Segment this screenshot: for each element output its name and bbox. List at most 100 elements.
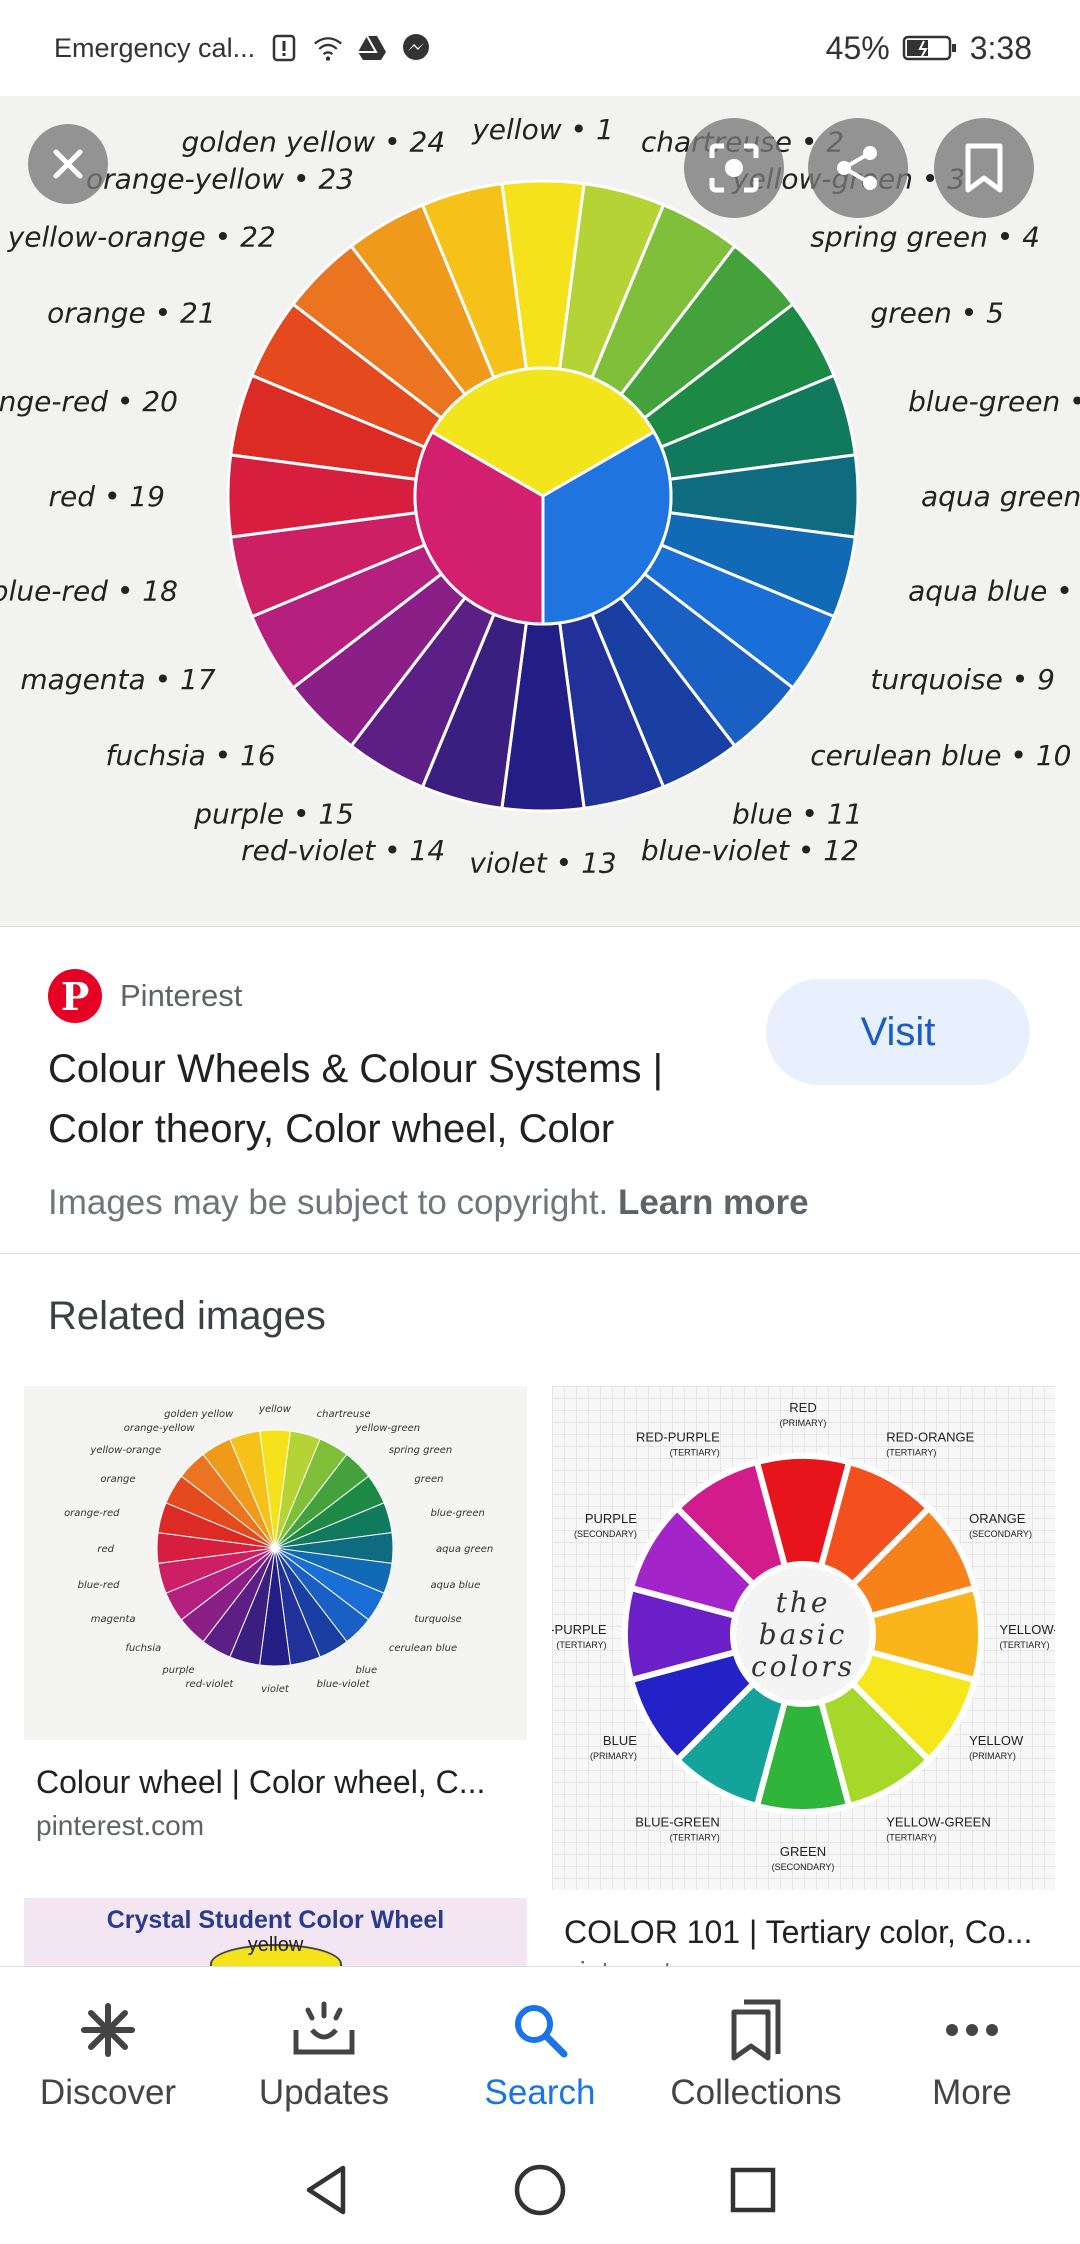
preview-image[interactable]: yellow • 1chartreuse • 2yellow-green • 3… <box>0 96 1080 926</box>
thumb-wheel-label: blue-red <box>78 1580 120 1591</box>
wheel-label: orange-yellow • 23 <box>86 162 354 195</box>
basic-colors-wheel-thumbnail: RED (PRIMARY) RED-ORANGE (TERTIARY) ORANGE (S… <box>552 1400 1055 1872</box>
wheel-label: aqua green • 7 <box>921 480 1080 513</box>
basic-wheel-label: ORANGE <box>969 1511 1026 1526</box>
recents-icon[interactable] <box>725 2162 781 2218</box>
basic-wheel-label: RED <box>789 1400 816 1415</box>
thumb-wheel-label: purple <box>161 1665 194 1676</box>
basic-wheel-label: RED-ORANGE <box>886 1430 974 1445</box>
carrier-text: Emergency cal... <box>54 32 256 63</box>
source-card: P Pinterest Colour Wheels & Colour Syste… <box>0 926 1080 1254</box>
wheel-label: purple • 15 <box>193 797 354 830</box>
thumb-wheel-label: yellow-orange <box>89 1445 161 1456</box>
share-button[interactable] <box>808 118 908 218</box>
related-item[interactable]: RED (PRIMARY) RED-ORANGE (TERTIARY) ORANGE (S… <box>552 1386 1055 1966</box>
basic-wheel-sublabel: (SECONDARY) <box>574 1529 637 1539</box>
related-heading: Related images <box>48 1294 326 1338</box>
basic-wheel-label: BLUE-GREEN <box>635 1814 720 1829</box>
clock: 3:38 <box>969 29 1032 66</box>
color-wheel-thumbnail: yellow chartreuse yellow-green spring green… <box>64 1404 493 1695</box>
thumb-wheel-label: golden yellow <box>164 1409 234 1420</box>
system-navigation <box>0 2136 1080 2244</box>
wifi-icon <box>313 33 343 63</box>
thumb-wheel-label: magenta <box>91 1614 136 1625</box>
source-site-name: Pinterest <box>120 978 243 1013</box>
basic-wheel-sublabel: (SECONDARY) <box>772 1862 835 1872</box>
thumb-wheel-label: red-violet <box>185 1679 234 1690</box>
messenger-icon <box>401 33 431 63</box>
battery-icon <box>902 33 958 63</box>
basic-wheel-label: PURPLE <box>585 1511 637 1526</box>
basic-wheel-sublabel: (PRIMARY) <box>969 1751 1016 1761</box>
wheel-label: violet • 13 <box>469 846 616 879</box>
wheel-label: blue-violet • 12 <box>641 834 859 867</box>
status-right: 45% 3:38 <box>826 30 1032 67</box>
basic-wheel-sublabel: (TERTIARY) <box>886 1448 936 1458</box>
basic-wheel-label: YELLOW <box>969 1733 1024 1748</box>
basic-wheel-sublabel: (SECONDARY) <box>969 1529 1032 1539</box>
thumb-wheel-label: blue-violet <box>317 1679 371 1690</box>
wheel-label: magenta • 17 <box>20 663 215 696</box>
basic-wheel-label: BLUE <box>603 1733 637 1748</box>
lens-button[interactable] <box>684 118 784 218</box>
related-item[interactable]: Crystal Student Color Wheel yellow <box>24 1898 527 1966</box>
thumb-wheel-label: orange-yellow <box>124 1423 196 1434</box>
lens-icon <box>709 143 759 193</box>
close-button[interactable] <box>28 124 108 204</box>
thumb-wheel-label: fuchsia <box>125 1643 161 1654</box>
nav-more[interactable]: More <box>864 1967 1080 2136</box>
drive-icon <box>357 33 387 63</box>
nav-label: Discover <box>39 2073 177 2112</box>
wheel-label: orange-red • 20 <box>0 385 178 418</box>
copyright-notice: Images may be subject to copyright. Lear… <box>48 1183 809 1223</box>
wheel-label: aqua blue • 8 <box>908 575 1080 608</box>
thumb-wheel-label: blue-green <box>431 1508 485 1519</box>
nav-search[interactable]: Search <box>432 1967 648 2136</box>
basic-wheel-center-text: colors <box>751 1650 855 1683</box>
basic-wheel-sublabel: (TERTIARY) <box>999 1640 1049 1650</box>
nav-discover[interactable]: Discover <box>0 1967 216 2136</box>
source-title[interactable]: Colour Wheels & Colour Systems | Color t… <box>48 1039 738 1159</box>
share-icon <box>837 146 877 190</box>
basic-wheel-label: BLUE-PURPLE <box>552 1622 607 1637</box>
bottom-navigation: Discover Updates Search Collections More <box>0 1966 1080 2136</box>
thumb-wheel-label: orange <box>100 1474 135 1485</box>
nav-label: Collections <box>670 2073 842 2112</box>
search-icon <box>505 1995 575 2065</box>
basic-wheel-sublabel: (TERTIARY) <box>556 1640 606 1650</box>
thumb-wheel-label: orange-red <box>64 1508 120 1519</box>
nav-label: Search <box>484 2073 596 2112</box>
related-thumbnail-caption: Crystal Student Color Wheel <box>106 1906 445 1934</box>
visit-button[interactable]: Visit <box>766 979 1030 1085</box>
collections-icon <box>721 1995 791 2065</box>
wheel-label: yellow-orange • 22 <box>7 221 276 254</box>
pinterest-logo-icon: P <box>48 969 102 1023</box>
asterisk-icon <box>73 1995 143 2065</box>
bookmark-button[interactable] <box>934 118 1034 218</box>
nav-collections[interactable]: Collections <box>648 1967 864 2136</box>
wheel-label: red • 19 <box>49 480 165 513</box>
nav-updates[interactable]: Updates <box>216 1967 432 2136</box>
close-icon <box>53 149 83 179</box>
wheel-label: green • 5 <box>870 296 1004 329</box>
updates-icon <box>289 1995 359 2065</box>
back-icon[interactable] <box>299 2162 355 2218</box>
related-item[interactable]: yellow chartreuse yellow-green spring green… <box>24 1386 527 1846</box>
source-row[interactable]: P Pinterest <box>48 969 242 1023</box>
thumb-wheel-label: yellow-green <box>355 1423 421 1434</box>
thumb-wheel-label: cerulean blue <box>389 1643 457 1654</box>
thumb-wheel-label: turquoise <box>414 1614 461 1625</box>
related-title: COLOR 101 | Tertiary color, Co... <box>564 1914 1033 1950</box>
color-wheel-image: yellow • 1chartreuse • 2yellow-green • 3… <box>0 113 1080 879</box>
thumb-wheel-label: aqua green <box>436 1544 493 1555</box>
thumb-wheel-label: yellow <box>258 1404 292 1415</box>
wheel-label: golden yellow • 24 <box>181 126 445 159</box>
related-title: Colour wheel | Color wheel, C... <box>36 1764 486 1800</box>
basic-wheel-label: YELLOW-GREEN <box>886 1814 991 1829</box>
learn-more-link[interactable]: Learn more <box>618 1183 809 1222</box>
bookmark-icon <box>965 143 1003 193</box>
thumb-wheel-label: green <box>414 1474 443 1485</box>
home-icon[interactable] <box>512 2162 568 2218</box>
thumb-wheel-label: red <box>97 1544 114 1555</box>
thumb-wheel-label: chartreuse <box>317 1409 371 1420</box>
